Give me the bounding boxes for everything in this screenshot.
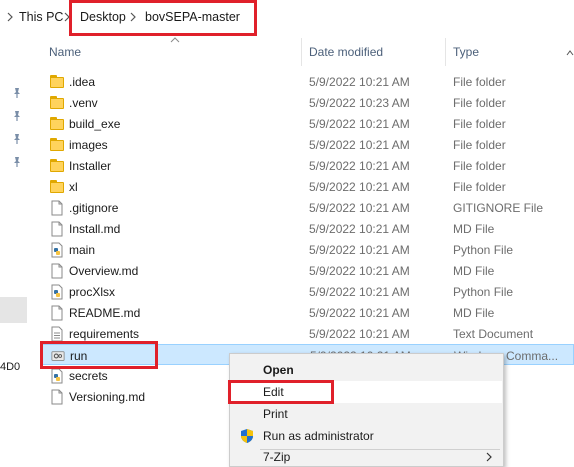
file-name: Installer	[69, 159, 112, 173]
folder-icon	[50, 138, 64, 151]
menu-item-open[interactable]: Open	[231, 359, 502, 381]
file-name: procXlsx	[69, 285, 116, 299]
file-name: Install.md	[69, 222, 121, 236]
file-date-modified: 5/9/2022 10:23 AM	[309, 96, 410, 110]
folder-icon	[50, 180, 64, 193]
file-date-modified: 5/9/2022 10:21 AM	[309, 117, 410, 131]
document-icon	[50, 200, 64, 216]
file-date-modified: 5/9/2022 10:21 AM	[309, 306, 410, 320]
file-name: main	[69, 243, 96, 257]
file-row-build-exe[interactable]: build_exe 5/9/2022 10:21 AM File folder	[40, 113, 574, 134]
file-name: xl	[69, 180, 78, 194]
file-name: .gitignore	[69, 201, 119, 215]
document-icon	[50, 305, 64, 321]
folder-icon	[50, 75, 64, 88]
pin-icon[interactable]	[12, 133, 22, 145]
file-row-installer[interactable]: Installer 5/9/2022 10:21 AM File folder	[40, 155, 574, 176]
python-file-icon	[50, 242, 64, 258]
menu-item-run-as-administrator[interactable]: Run as administrator	[231, 425, 502, 447]
python-file-icon	[50, 284, 64, 300]
file-name: Versioning.md	[69, 390, 146, 404]
file-type: File folder	[453, 180, 506, 194]
file-row-readme-md[interactable]: README.md 5/9/2022 10:21 AM MD File	[40, 302, 574, 323]
folder-icon	[50, 159, 64, 172]
file-name: images	[69, 138, 108, 152]
file-date-modified: 5/9/2022 10:21 AM	[309, 138, 410, 152]
file-date-modified: 5/9/2022 10:21 AM	[309, 222, 410, 236]
file-date-modified: 5/9/2022 10:21 AM	[309, 285, 410, 299]
file-name: .idea	[69, 75, 96, 89]
submenu-arrow-icon	[486, 452, 492, 462]
file-type: GITIGNORE File	[453, 201, 544, 215]
pin-icon[interactable]	[12, 156, 22, 168]
file-name: .venv	[69, 96, 98, 110]
file-row-xl[interactable]: xl 5/9/2022 10:21 AM File folder	[40, 176, 574, 197]
file-type: File folder	[453, 117, 506, 131]
highlight-box-edit	[228, 380, 334, 404]
file-row-images[interactable]: images 5/9/2022 10:21 AM File folder	[40, 134, 574, 155]
file-date-modified: 5/9/2022 10:21 AM	[309, 75, 410, 89]
document-icon	[50, 389, 64, 405]
menu-item-7zip[interactable]: 7-Zip	[231, 446, 502, 467]
menu-item-print[interactable]: Print	[231, 403, 502, 425]
file-date-modified: 5/9/2022 10:21 AM	[309, 264, 410, 278]
folder-icon	[50, 96, 64, 109]
column-header-name[interactable]: Name	[49, 45, 81, 59]
context-menu: Open Edit Print Run as administrator 7-Z…	[229, 353, 504, 467]
chevron-right-icon[interactable]	[7, 12, 13, 22]
file-name: Overview.md	[69, 264, 139, 278]
file-row-overview-md[interactable]: Overview.md 5/9/2022 10:21 AM MD File	[40, 260, 574, 281]
file-type: Python File	[453, 243, 514, 257]
column-header-type[interactable]: Type	[453, 45, 479, 59]
file-row-install-md[interactable]: Install.md 5/9/2022 10:21 AM MD File	[40, 218, 574, 239]
python-file-icon	[50, 368, 64, 384]
sort-ascending-icon	[170, 37, 180, 43]
file-type: File folder	[453, 75, 506, 89]
column-divider[interactable]	[301, 38, 302, 66]
file-type: File folder	[453, 96, 506, 110]
file-date-modified: 5/9/2022 10:21 AM	[309, 159, 410, 173]
document-icon	[50, 263, 64, 279]
file-type: Text Document	[453, 327, 534, 341]
file-row-gitignore[interactable]: .gitignore 5/9/2022 10:21 AM GITIGNORE Fil…	[40, 197, 574, 218]
scroll-up-icon[interactable]	[566, 50, 574, 56]
file-name: requirements	[69, 327, 140, 341]
file-date-modified: 5/9/2022 10:21 AM	[309, 243, 410, 257]
folder-icon	[50, 117, 64, 130]
column-header-date-modified[interactable]: Date modified	[309, 45, 383, 59]
nav-item-label[interactable]: 4D0	[0, 361, 20, 373]
column-divider[interactable]	[445, 38, 446, 66]
file-name: README.md	[69, 306, 141, 320]
text-file-icon	[50, 326, 64, 342]
file-type: File folder	[453, 159, 506, 173]
highlight-box-breadcrumb	[69, 0, 257, 36]
file-type: Python File	[453, 285, 514, 299]
file-row-idea[interactable]: .idea 5/9/2022 10:21 AM File folder	[40, 71, 574, 92]
file-type: MD File	[453, 222, 495, 236]
document-icon	[50, 221, 64, 237]
file-row-venv[interactable]: .venv 5/9/2022 10:23 AM File folder	[40, 92, 574, 113]
highlight-box-run	[40, 341, 158, 369]
navigation-pane: 4D0	[0, 36, 27, 467]
file-type: File folder	[453, 138, 506, 152]
file-date-modified: 5/9/2022 10:21 AM	[309, 201, 410, 215]
file-row-main[interactable]: main 5/9/2022 10:21 AM Python File	[40, 239, 574, 260]
breadcrumb-this-pc[interactable]: This PC	[19, 10, 63, 24]
file-name: build_exe	[69, 117, 121, 131]
pin-icon[interactable]	[12, 87, 22, 99]
file-date-modified: 5/9/2022 10:21 AM	[309, 180, 410, 194]
file-row-procxlsx[interactable]: procXlsx 5/9/2022 10:21 AM Python File	[40, 281, 574, 302]
file-date-modified: 5/9/2022 10:21 AM	[309, 327, 410, 341]
uac-shield-icon	[241, 429, 253, 443]
pin-icon[interactable]	[12, 110, 22, 122]
file-type: MD File	[453, 306, 495, 320]
file-type: MD File	[453, 264, 495, 278]
file-name: secrets	[69, 369, 108, 383]
nav-item-selected[interactable]	[0, 297, 27, 323]
